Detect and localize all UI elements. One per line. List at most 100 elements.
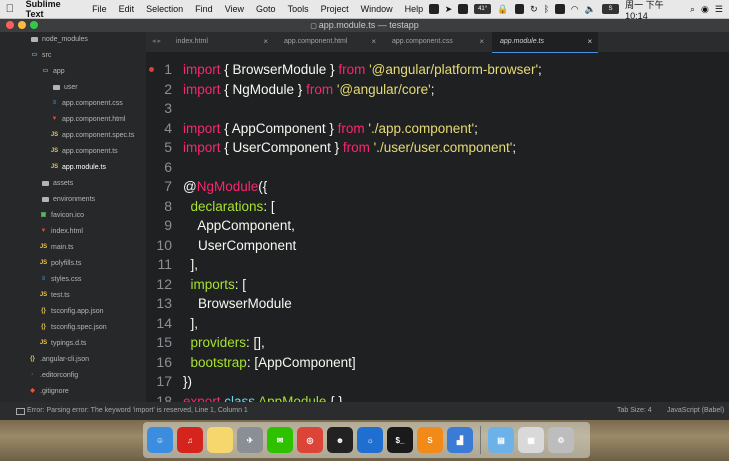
- close-tab-icon[interactable]: ×: [479, 32, 484, 52]
- trash-icon[interactable]: ♲: [548, 427, 574, 453]
- code-line[interactable]: 11 ],: [146, 255, 729, 274]
- sidebar-item-tsconfig-spec-json[interactable]: {} tsconfig.spec.json: [39, 320, 107, 335]
- line-number: 2: [164, 80, 172, 97]
- input-method-badge[interactable]: S: [601, 4, 620, 14]
- sidebar-item-angular-cli-json[interactable]: {} .angular-cli.json: [28, 352, 89, 367]
- sidebar-item-main-ts[interactable]: JS main.ts: [39, 240, 74, 255]
- apple-menu-icon[interactable]: : [0, 3, 20, 15]
- spotlight-icon[interactable]: ⌕: [690, 4, 695, 15]
- code-line[interactable]: 1 import { BrowserModule } from '@angular…: [146, 60, 729, 79]
- notification-center-icon[interactable]: ☰: [715, 4, 723, 15]
- code-line[interactable]: 9 AppComponent,: [146, 216, 729, 235]
- launchpad-icon[interactable]: ✈: [237, 427, 263, 453]
- lock-tray-icon[interactable]: 🔒: [497, 4, 508, 15]
- clock-text[interactable]: 周一 下午10:14: [625, 0, 684, 21]
- sidebar-item-assets[interactable]: assets: [41, 176, 73, 191]
- menu-find[interactable]: Find: [189, 4, 219, 14]
- code-line[interactable]: 16 bootstrap: [AppComponent]: [146, 353, 729, 372]
- code-area[interactable]: 1 import { BrowserModule } from '@angular…: [146, 52, 729, 409]
- bluetooth-tray-icon[interactable]: ᛒ: [544, 4, 549, 14]
- js-file-icon: JS: [39, 260, 48, 266]
- code-token: ({: [258, 179, 268, 194]
- notes-icon[interactable]: [207, 427, 233, 453]
- sidebar-item-app-component-html[interactable]: ▼ app.component.html: [50, 112, 126, 127]
- sidebar-item-gitignore[interactable]: ◆ .gitignore: [28, 384, 69, 399]
- keynote-icon[interactable]: ▟: [447, 427, 473, 453]
- wifi-tray-icon[interactable]: ◠: [571, 4, 579, 15]
- downloads-folder-icon[interactable]: ▤: [488, 427, 514, 453]
- code-line[interactable]: 5 import { UserComponent } from './user/u…: [146, 138, 729, 157]
- menu-app-name[interactable]: Sublime Text: [20, 0, 86, 19]
- tab-app-module-ts[interactable]: app.module.ts ×: [492, 32, 598, 53]
- code-line[interactable]: 13 BrowserModule: [146, 294, 729, 313]
- sidebar-item-user[interactable]: user: [52, 80, 78, 95]
- display-tray-icon[interactable]: [514, 4, 525, 14]
- sidebar-item-app-component-spec-ts[interactable]: JS app.component.spec.ts: [50, 128, 135, 143]
- code-line[interactable]: 4 import { AppComponent } from './app.com…: [146, 119, 729, 138]
- tab-app-component-html[interactable]: app.component.html ×: [276, 32, 382, 52]
- menu-window[interactable]: Window: [355, 4, 399, 14]
- sidebar-item-styles-css[interactable]: ≡ styles.css: [39, 272, 82, 287]
- menu-file[interactable]: File: [86, 4, 113, 14]
- menu-goto[interactable]: Goto: [250, 4, 282, 14]
- terminal-tray-icon[interactable]: [429, 4, 439, 14]
- code-line[interactable]: 3: [146, 99, 729, 118]
- cursor-tray-icon[interactable]: ➤: [445, 4, 453, 15]
- close-tab-icon[interactable]: ×: [371, 32, 376, 52]
- sidebar-item-app[interactable]: ▭ app: [41, 64, 65, 79]
- chrome-icon[interactable]: ◎: [297, 427, 323, 453]
- sublime-icon[interactable]: S: [417, 427, 443, 453]
- code-line[interactable]: 10 UserComponent: [146, 236, 729, 255]
- folder-icon: [31, 37, 38, 42]
- tab-index-html[interactable]: index.html ×: [168, 32, 274, 52]
- menu-edit[interactable]: Edit: [113, 4, 141, 14]
- history-tray-icon[interactable]: ↻: [530, 4, 538, 15]
- code-line[interactable]: 14 ],: [146, 314, 729, 333]
- wechat-icon[interactable]: ✉: [267, 427, 293, 453]
- code-line[interactable]: 17}): [146, 372, 729, 391]
- sidebar-item-tsconfig-app-json[interactable]: {} tsconfig.app.json: [39, 304, 103, 319]
- sidebar-item-app-module-ts[interactable]: JS app.module.ts: [50, 160, 106, 175]
- documents-icon[interactable]: ▦: [518, 427, 544, 453]
- sidebar-item-polyfills-ts[interactable]: JS polyfills.ts: [39, 256, 82, 271]
- menu-tools[interactable]: Tools: [282, 4, 315, 14]
- code-line[interactable]: 12 imports: [: [146, 275, 729, 294]
- menu-view[interactable]: View: [219, 4, 250, 14]
- code-line[interactable]: 6: [146, 158, 729, 177]
- menu-project[interactable]: Project: [315, 4, 355, 14]
- close-tab-icon[interactable]: ×: [587, 32, 592, 52]
- sidebar-item-typings-d-ts[interactable]: JS typings.d.ts: [39, 336, 87, 351]
- syntax-indicator[interactable]: JavaScript (Babel): [667, 402, 724, 420]
- menu-selection[interactable]: Selection: [140, 4, 189, 14]
- sidebar-item-environments[interactable]: environments: [41, 192, 95, 207]
- volume-tray-icon[interactable]: 🔈: [585, 4, 596, 15]
- sidebar-item-app-component-ts[interactable]: JS app.component.ts: [50, 144, 118, 159]
- battery-tray-icon[interactable]: [555, 4, 565, 14]
- sidebar-item-index-html[interactable]: ▼ index.html: [39, 224, 83, 239]
- tree-label: app.component.spec.ts: [62, 132, 135, 139]
- tab-size-indicator[interactable]: Tab Size: 4: [617, 402, 652, 420]
- sidebar-item-app-component-css[interactable]: ≡ app.component.css: [50, 96, 123, 111]
- sidebar-item-node-modules[interactable]: node_modules: [30, 32, 88, 47]
- tab-navigation-arrows[interactable]: ◂ ▸: [152, 32, 161, 52]
- temperature-badge[interactable]: 41°: [473, 4, 492, 14]
- app-tray-icon[interactable]: [458, 4, 468, 14]
- xmind-icon[interactable]: ☼: [357, 427, 383, 453]
- close-tab-icon[interactable]: ×: [263, 32, 268, 52]
- menu-help[interactable]: Help: [399, 4, 430, 14]
- sidebar-item-test-ts[interactable]: JS test.ts: [39, 288, 70, 303]
- siri-icon[interactable]: ◉: [701, 4, 709, 15]
- code-line[interactable]: 7 @NgModule({: [146, 177, 729, 196]
- panel-toggle-icon[interactable]: [16, 408, 25, 415]
- qq-icon[interactable]: ☻: [327, 427, 353, 453]
- code-line[interactable]: 8 declarations: [: [146, 197, 729, 216]
- netease-music-icon[interactable]: ♫: [177, 427, 203, 453]
- code-line[interactable]: 2 import { NgModule } from '@angular/core…: [146, 80, 729, 99]
- sidebar-item-favicon[interactable]: ▣ favicon.ico: [39, 208, 84, 223]
- sidebar-item-editorconfig[interactable]: ◦ .editorconfig: [28, 368, 78, 383]
- code-line[interactable]: 15 providers: [],: [146, 333, 729, 352]
- terminal-icon[interactable]: $_: [387, 427, 413, 453]
- sidebar-item-src[interactable]: ▭ src: [30, 48, 52, 63]
- tab-app-component-css[interactable]: app.component.css ×: [384, 32, 490, 52]
- finder-icon[interactable]: ☺: [147, 427, 173, 453]
